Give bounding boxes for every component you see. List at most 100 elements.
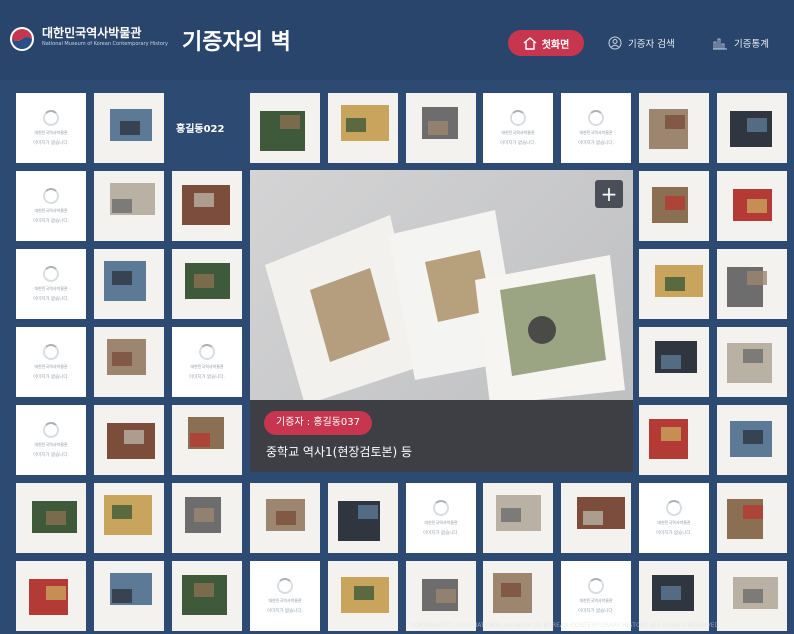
donated-item-thumbnail: [717, 327, 787, 397]
donated-item-thumbnail: [717, 561, 787, 631]
grid-tile-placeholder[interactable]: 대한민국역사박물관 이미지가 없습니다.: [561, 561, 631, 631]
grid-tile-photo[interactable]: [717, 171, 787, 241]
museum-seal-icon: [43, 110, 59, 126]
grid-tile-photo[interactable]: [94, 93, 164, 163]
museum-seal-icon: [510, 110, 526, 126]
grid-tile-photo[interactable]: [561, 483, 631, 553]
grid-tile-photo[interactable]: [250, 483, 320, 553]
grid-tile-placeholder[interactable]: 대한민국역사박물관 이미지가 없습니다.: [16, 171, 86, 241]
expand-button[interactable]: +: [595, 180, 623, 208]
grid-tile-photo[interactable]: [639, 405, 709, 475]
placeholder-org: 대한민국역사박물관: [190, 364, 224, 369]
grid-tile-photo[interactable]: [717, 327, 787, 397]
grid-tile-photo[interactable]: [94, 249, 164, 319]
museum-seal-icon: [43, 422, 59, 438]
grid-tile-photo[interactable]: [639, 93, 709, 163]
grid-tile-photo[interactable]: [717, 93, 787, 163]
grid-tile-placeholder[interactable]: 대한민국역사박물관 이미지가 없습니다.: [16, 249, 86, 319]
placeholder-org: 대한민국역사박물관: [501, 130, 535, 135]
grid-tile-placeholder[interactable]: 대한민국역사박물관 이미지가 없습니다.: [561, 93, 631, 163]
donated-item-thumbnail: [16, 483, 86, 553]
donated-item-thumbnail: [328, 483, 398, 553]
museum-seal-icon: [277, 578, 293, 594]
donation-stats-link[interactable]: 기증통계: [712, 36, 769, 50]
grid-tile-placeholder[interactable]: 대한민국역사박물관이미지가 없습니다.: [250, 561, 320, 631]
grid-tile-photo[interactable]: [406, 93, 476, 163]
grid-tile-photo[interactable]: [717, 249, 787, 319]
header: 대한민국역사박물관 National Museum of Korean Cont…: [0, 0, 794, 80]
copyright-text: COPYRIGHT(C) 2019 NATIONAL MUSEUM OF KOR…: [410, 622, 722, 629]
grid-tile-photo[interactable]: [172, 249, 242, 319]
donated-item-thumbnail: [94, 483, 164, 553]
donated-item-thumbnail: [717, 483, 787, 553]
placeholder-message: 이미지가 없습니다.: [423, 531, 459, 536]
placeholder-org: 대한민국역사박물관: [34, 130, 68, 135]
grid-tile-placeholder[interactable]: 대한민국역사박물관이미지가 없습니다.: [16, 93, 86, 163]
grid-tile-photo[interactable]: [483, 561, 553, 631]
grid-tile-placeholder[interactable]: 대한민국역사박물관 이미지가 없습니다.: [172, 327, 242, 397]
user-search-icon: [608, 36, 622, 50]
museum-seal-icon: [588, 578, 604, 594]
placeholder-org: 대한민국역사박물관: [34, 364, 68, 369]
donated-item-thumbnail: [172, 249, 242, 319]
placeholder-org: 대한민국역사박물관: [34, 208, 68, 213]
museum-seal-icon: [199, 344, 215, 360]
grid-tile-photo[interactable]: [16, 483, 86, 553]
org-name-english: National Museum of Korean Contemporary H…: [42, 41, 168, 47]
donated-item-thumbnail: [717, 171, 787, 241]
grid-tile-placeholder[interactable]: 대한민국역사박물관 이미지가 없습니다.: [406, 483, 476, 553]
donated-item-thumbnail: [639, 249, 709, 319]
grid-tile-placeholder[interactable]: 대한민국역사박물관 이미지가 없습니다.: [16, 405, 86, 475]
grid-tile-placeholder[interactable]: 대한민국역사박물관 이미지가 없습니다.: [639, 483, 709, 553]
donated-item-thumbnail: [406, 93, 476, 163]
donated-item-thumbnail: [16, 561, 86, 631]
grid-tile-placeholder[interactable]: 대한민국역사박물관 이미지가 없습니다.: [483, 93, 553, 163]
grid-tile-photo[interactable]: [94, 561, 164, 631]
placeholder-message: 이미지가 없습니다.: [267, 609, 303, 614]
donated-item-thumbnail: [172, 561, 242, 631]
placeholder-message: 이미지가 없습니다.: [33, 141, 69, 146]
grid-tile-photo[interactable]: [639, 249, 709, 319]
donated-item-thumbnail: [639, 561, 709, 631]
placeholder-org: 대한민국역사박물관: [268, 598, 302, 603]
grid-tile-photo[interactable]: [172, 171, 242, 241]
grid-tile-photo[interactable]: [328, 483, 398, 553]
donor-badge: 기증자 : 홍길동037: [264, 411, 373, 435]
donated-item-thumbnail: [172, 405, 242, 475]
plus-icon: +: [600, 182, 618, 206]
grid-tile-photo[interactable]: [94, 405, 164, 475]
grid-tile-photo[interactable]: [250, 93, 320, 163]
grid-tile-photo[interactable]: [94, 327, 164, 397]
donated-item-thumbnail: [328, 561, 398, 631]
grid-tile-photo[interactable]: [483, 483, 553, 553]
grid-tile-photo[interactable]: [639, 171, 709, 241]
grid-tile-photo[interactable]: [172, 483, 242, 553]
museum-seal-icon: [43, 344, 59, 360]
home-button[interactable]: 첫화면: [508, 30, 584, 56]
donated-item-thumbnail: [406, 561, 476, 631]
donated-item-thumbnail: [639, 171, 709, 241]
grid-tile-photo[interactable]: [172, 405, 242, 475]
grid-tile-photo[interactable]: [172, 561, 242, 631]
grid-tile-placeholder[interactable]: 대한민국역사박물관 이미지가 없습니다.: [16, 327, 86, 397]
placeholder-message: 이미지가 없습니다.: [656, 531, 692, 536]
grid-tile-photo[interactable]: [639, 561, 709, 631]
featured-caption: 기증자 : 홍길동037 중학교 역사1(현장검토본) 등: [250, 400, 633, 472]
grid-tile-photo[interactable]: [94, 171, 164, 241]
grid-tile-photo[interactable]: [717, 561, 787, 631]
donated-item-thumbnail: [172, 483, 242, 553]
grid-tile-photo[interactable]: [16, 561, 86, 631]
grid-tile-photo[interactable]: [328, 561, 398, 631]
donor-search-link[interactable]: 기증자 검색: [608, 36, 675, 50]
donated-item-thumbnail: [94, 561, 164, 631]
grid-tile-photo[interactable]: [94, 483, 164, 553]
grid-tile-photo[interactable]: [717, 483, 787, 553]
grid-tile-photo[interactable]: [717, 405, 787, 475]
grid-tile-photo[interactable]: [639, 327, 709, 397]
donated-item-thumbnail: [172, 171, 242, 241]
placeholder-org: 대한민국역사박물관: [579, 598, 613, 603]
grid-tile-photo[interactable]: [406, 561, 476, 631]
grid-tile-photo[interactable]: [328, 93, 398, 163]
donated-item-thumbnail: [639, 405, 709, 475]
featured-item-panel[interactable]: + 기증자 : 홍길동037 중학교 역사1(현장검토본) 등: [250, 170, 633, 472]
